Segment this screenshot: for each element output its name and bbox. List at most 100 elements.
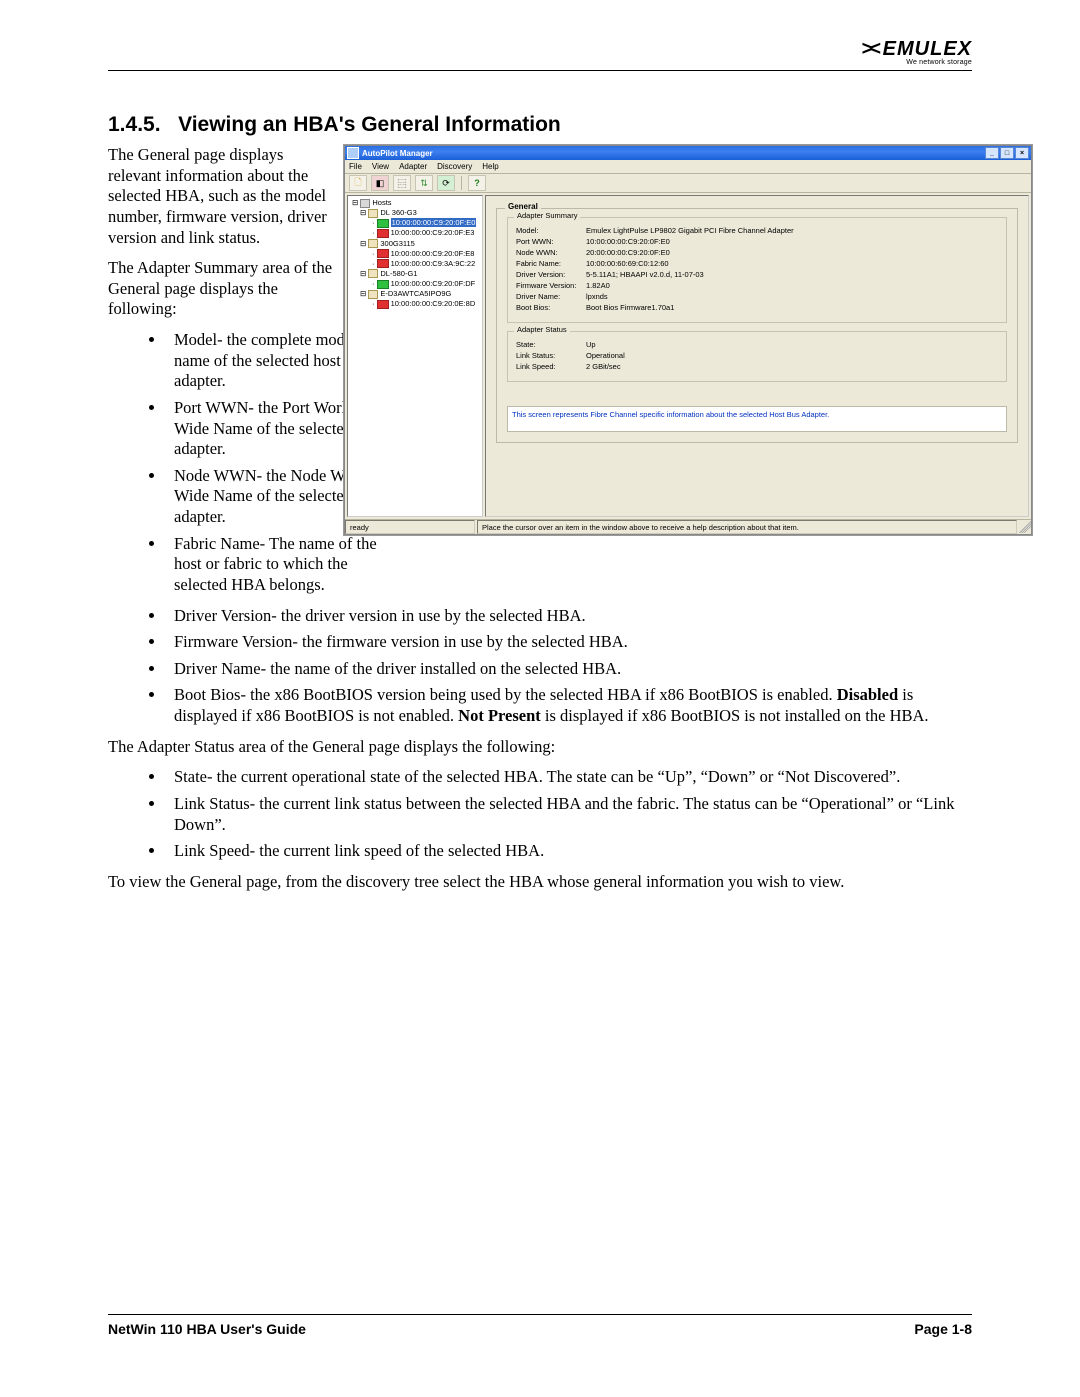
tree-icon[interactable]: ⿳	[393, 175, 411, 191]
emulex-logo-glyph: ><	[861, 39, 876, 59]
list-item: Link Status- the current link status bet…	[166, 794, 972, 835]
adapter-summary-title: Adapter Summary	[514, 211, 580, 220]
closing-paragraph: To view the General page, from the disco…	[108, 872, 972, 893]
help-icon[interactable]: ?	[468, 175, 486, 191]
app-icon	[347, 147, 359, 159]
footer-divider	[108, 1314, 972, 1315]
list-item: Fabric Name- The name of the host or fab…	[166, 534, 390, 596]
brand-name: EMULEX	[883, 39, 972, 59]
summary-row: Driver Name:lpxnds	[516, 292, 998, 301]
summary-row: Firmware Version:1.82A0	[516, 281, 998, 290]
status-intro: The Adapter Status area of the General p…	[108, 737, 972, 758]
list-item: Link Speed- the current link speed of th…	[166, 841, 972, 862]
general-group: General Adapter Summary Model:Emulex Lig…	[496, 208, 1018, 443]
adapter-status-group: Adapter Status State:UpLink Status:Opera…	[507, 331, 1007, 382]
tree-host[interactable]: ⊟ E-D3AWTCA5IPO9G	[360, 289, 480, 299]
field-value: Up	[586, 340, 998, 349]
toolbar: 🗋 ◧ ⿳ ⇅ ⟳ ?	[345, 174, 1031, 193]
field-label: Boot Bios:	[516, 303, 586, 312]
footer-page-number: Page 1-8	[914, 1321, 972, 1337]
footer-doc-title: NetWin 110 HBA User's Guide	[108, 1321, 306, 1337]
field-label: State:	[516, 340, 586, 349]
tree-hba[interactable]: · 10:00:00:00:C9:20:0E:8D	[372, 299, 480, 309]
menu-file[interactable]: File	[349, 162, 362, 171]
tree-hba[interactable]: · 10:00:00:00:C9:20:0F:E0	[372, 218, 480, 228]
list-item-bootbios: Boot Bios- the x86 BootBIOS version bein…	[166, 685, 972, 726]
summary-row: Boot Bios:Boot Bios Firmware1.70a1	[516, 303, 998, 312]
refresh-icon[interactable]: ⟳	[437, 175, 455, 191]
tree-host[interactable]: ⊟ 300G3115	[360, 239, 480, 249]
field-label: Driver Version:	[516, 270, 586, 279]
field-value: 20:00:00:00:C9:20:0F:E0	[586, 248, 998, 257]
summary-row: Driver Version:5-5.11A1; HBAAPI v2.0.d, …	[516, 270, 998, 279]
list-item: State- the current operational state of …	[166, 767, 972, 788]
summary-row: Model:Emulex LightPulse LP9802 Gigabit P…	[516, 226, 998, 235]
discovery-tree[interactable]: ⊟ Hosts⊟ DL 360-G3· 10:00:00:00:C9:20:0F…	[347, 195, 483, 517]
section-title: Viewing an HBA's General Information	[178, 113, 561, 136]
field-value: Emulex LightPulse LP9802 Gigabit PCI Fib…	[586, 226, 998, 235]
sort-icon[interactable]: ⇅	[415, 175, 433, 191]
close-button[interactable]: ×	[1015, 147, 1029, 159]
status-ready: ready	[345, 520, 475, 534]
app-screenshot: AutoPilot Manager _ □ × File View Adapte…	[344, 145, 1032, 535]
discover-icon[interactable]: ◧	[371, 175, 389, 191]
emulex-logo: >< EMULEX We network storage	[861, 39, 972, 66]
window-title: AutoPilot Manager	[362, 149, 433, 158]
tree-root[interactable]: ⊟ Hosts	[352, 198, 480, 208]
summary-intro: The Adapter Summary area of the General …	[108, 258, 336, 320]
tree-hba[interactable]: · 10:00:00:00:C9:20:0F:DF	[372, 279, 480, 289]
maximize-button[interactable]: □	[1000, 147, 1014, 159]
window-titlebar[interactable]: AutoPilot Manager _ □ ×	[345, 146, 1031, 160]
minimize-button[interactable]: _	[985, 147, 999, 159]
field-value: Operational	[586, 351, 998, 360]
status-hint: Place the cursor over an item in the win…	[477, 520, 1017, 534]
status-bar: ready Place the cursor over an item in t…	[345, 519, 1031, 534]
field-value: 10:00:00:60:69:C0:12:60	[586, 259, 998, 268]
bb-mid2: is displayed if x86 BootBIOS is not inst…	[541, 706, 929, 725]
field-value: 2 GBit/sec	[586, 362, 998, 371]
bb-bold2: Not Present	[458, 706, 541, 725]
summary-list-full: Driver Version- the driver version in us…	[108, 606, 972, 727]
field-label: Node WWN:	[516, 248, 586, 257]
field-label: Firmware Version:	[516, 281, 586, 290]
intro-paragraph: The General page displays relevant infor…	[108, 145, 336, 248]
menu-adapter[interactable]: Adapter	[399, 162, 427, 171]
field-value: 1.82A0	[586, 281, 998, 290]
summary-row: Node WWN:20:00:00:00:C9:20:0F:E0	[516, 248, 998, 257]
field-label: Fabric Name:	[516, 259, 586, 268]
status-row: Link Speed:2 GBit/sec	[516, 362, 998, 371]
bb-bold1: Disabled	[837, 685, 898, 704]
menu-view[interactable]: View	[372, 162, 389, 171]
field-label: Port WWN:	[516, 237, 586, 246]
help-text: This screen represents Fibre Channel spe…	[512, 410, 829, 419]
summary-row: Fabric Name:10:00:00:60:69:C0:12:60	[516, 259, 998, 268]
menu-discovery[interactable]: Discovery	[437, 162, 472, 171]
toolbar-separator	[461, 176, 462, 190]
section-number: 1.4.5.	[108, 113, 161, 136]
tree-host[interactable]: ⊟ DL-580-G1	[360, 269, 480, 279]
adapter-status-title: Adapter Status	[514, 325, 570, 334]
field-label: Link Speed:	[516, 362, 586, 371]
section-heading: 1.4.5. Viewing an HBA's General Informat…	[108, 113, 972, 137]
page-header: >< EMULEX We network storage	[108, 38, 972, 66]
bb-prefix: Boot Bios- the x86 BootBIOS version bein…	[174, 685, 837, 704]
resize-grip-icon[interactable]	[1019, 521, 1031, 533]
status-row: Link Status:Operational	[516, 351, 998, 360]
adapter-summary-group: Adapter Summary Model:Emulex LightPulse …	[507, 217, 1007, 323]
general-title: General	[505, 202, 541, 211]
tree-host[interactable]: ⊟ DL 360-G3	[360, 208, 480, 218]
tree-hba[interactable]: · 10:00:00:00:C9:3A:9C:22	[372, 259, 480, 269]
field-value: lpxnds	[586, 292, 998, 301]
field-label: Link Status:	[516, 351, 586, 360]
status-list: State- the current operational state of …	[108, 767, 972, 862]
tree-hba[interactable]: · 10:00:00:00:C9:20:0F:E8	[372, 249, 480, 259]
field-value: Boot Bios Firmware1.70a1	[586, 303, 998, 312]
field-value: 10:00:00:00:C9:20:0F:E0	[586, 237, 998, 246]
menu-bar: File View Adapter Discovery Help	[345, 160, 1031, 174]
menu-help[interactable]: Help	[482, 162, 498, 171]
new-icon[interactable]: 🗋	[349, 175, 367, 191]
list-item: Firmware Version- the firmware version i…	[166, 632, 972, 653]
tree-hba[interactable]: · 10:00:00:00:C9:20:0F:E3	[372, 228, 480, 238]
list-item: Driver Version- the driver version in us…	[166, 606, 972, 627]
summary-row: Port WWN:10:00:00:00:C9:20:0F:E0	[516, 237, 998, 246]
